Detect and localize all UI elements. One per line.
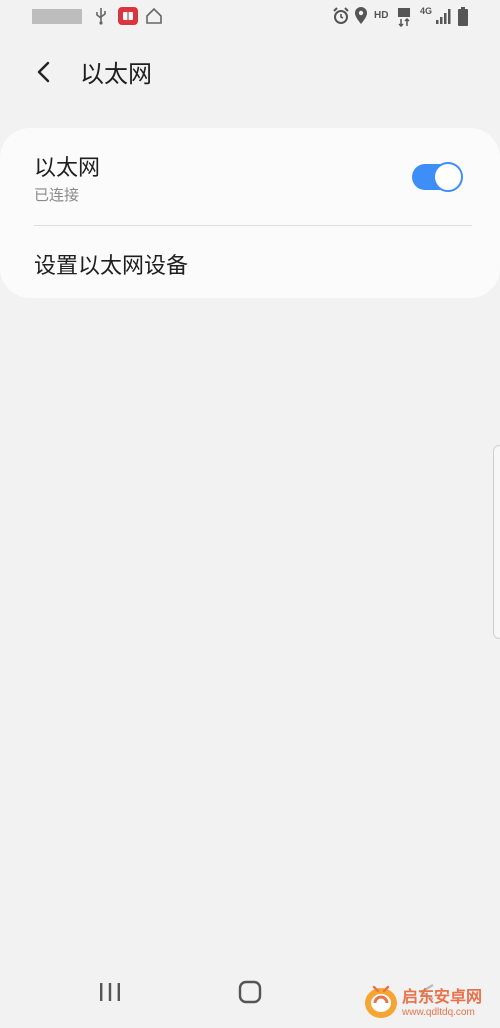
usb-icon: [94, 7, 108, 29]
ethernet-title: 以太网: [34, 156, 101, 181]
back-button[interactable]: [24, 56, 64, 92]
ethernet-toggle[interactable]: [411, 162, 463, 192]
hd-icon: HD: [374, 10, 389, 21]
recent-apps-icon: [98, 981, 122, 1007]
setup-ethernet-row[interactable]: 设置以太网设备: [0, 226, 500, 298]
data-transfer-icon: [396, 7, 412, 31]
ethernet-row[interactable]: 以太网 已连接: [0, 128, 500, 225]
settings-card: 以太网 已连接 设置以太网设备: [0, 128, 500, 298]
alarm-icon: [332, 7, 350, 29]
location-icon: [354, 7, 368, 29]
ethernet-status: 已连接: [34, 186, 80, 204]
battery-icon: [457, 7, 469, 31]
home-nav-button[interactable]: [228, 972, 272, 1016]
toggle-knob: [433, 162, 463, 192]
recent-apps-button[interactable]: [88, 972, 132, 1016]
status-bar: HD 4G: [0, 0, 500, 34]
home-button-icon: [238, 980, 262, 1008]
back-arrow-icon: [35, 60, 53, 88]
watermark: 启东安卓网 www.qdltdq.com: [360, 975, 500, 1028]
screen: HD 4G 以太网 以太网 已连接 设置以太网设备 启东安卓网 www.qdlt…: [0, 0, 500, 1028]
setup-ethernet-label: 设置以太网设备: [34, 254, 189, 279]
page-title: 以太网: [80, 60, 152, 88]
watermark-url: www.qdltdq.com: [402, 1007, 475, 1018]
signal-icon: [436, 7, 452, 29]
network-4g-icon: 4G: [420, 6, 433, 16]
app-notification-icon: [118, 7, 138, 29]
carrier-label-redacted: [32, 9, 82, 24]
home-icon: [145, 7, 163, 29]
watermark-title: 启东安卓网: [402, 987, 483, 1006]
watermark-logo-icon: [362, 981, 400, 1025]
edge-panel-handle[interactable]: [493, 445, 500, 639]
